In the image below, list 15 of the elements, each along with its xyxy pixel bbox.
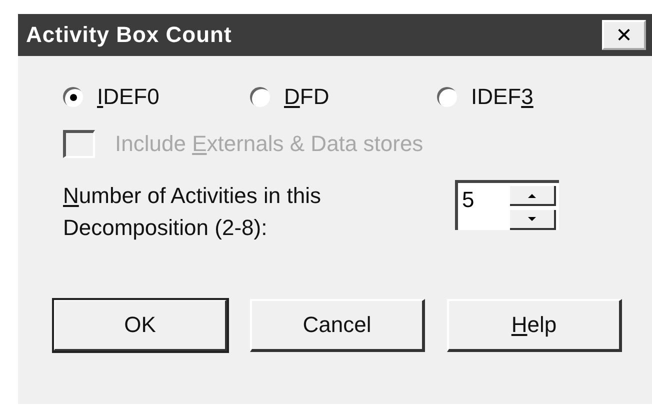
close-button[interactable]: ✕ — [602, 20, 646, 50]
window-title: Activity Box Count — [26, 22, 232, 48]
radio-button[interactable] — [437, 87, 457, 107]
dialog-button[interactable]: Cancel — [250, 299, 425, 352]
number-spinner[interactable]: 5 — [455, 180, 559, 230]
radio-button[interactable] — [250, 87, 270, 107]
radio-button[interactable] — [63, 87, 83, 107]
checkbox-label: Include Externals & Data stores — [115, 131, 424, 157]
field-label: Decomposition (2-8): — [63, 214, 268, 242]
dialog-button[interactable]: Help — [447, 299, 622, 352]
field-label: Number of Activities in this — [63, 182, 322, 210]
radio-label: IDEF3 — [471, 84, 534, 110]
radio-label: IDEF0 — [97, 84, 160, 110]
dialog-button[interactable]: OK — [53, 299, 228, 352]
radio-label: DFD — [284, 84, 330, 110]
